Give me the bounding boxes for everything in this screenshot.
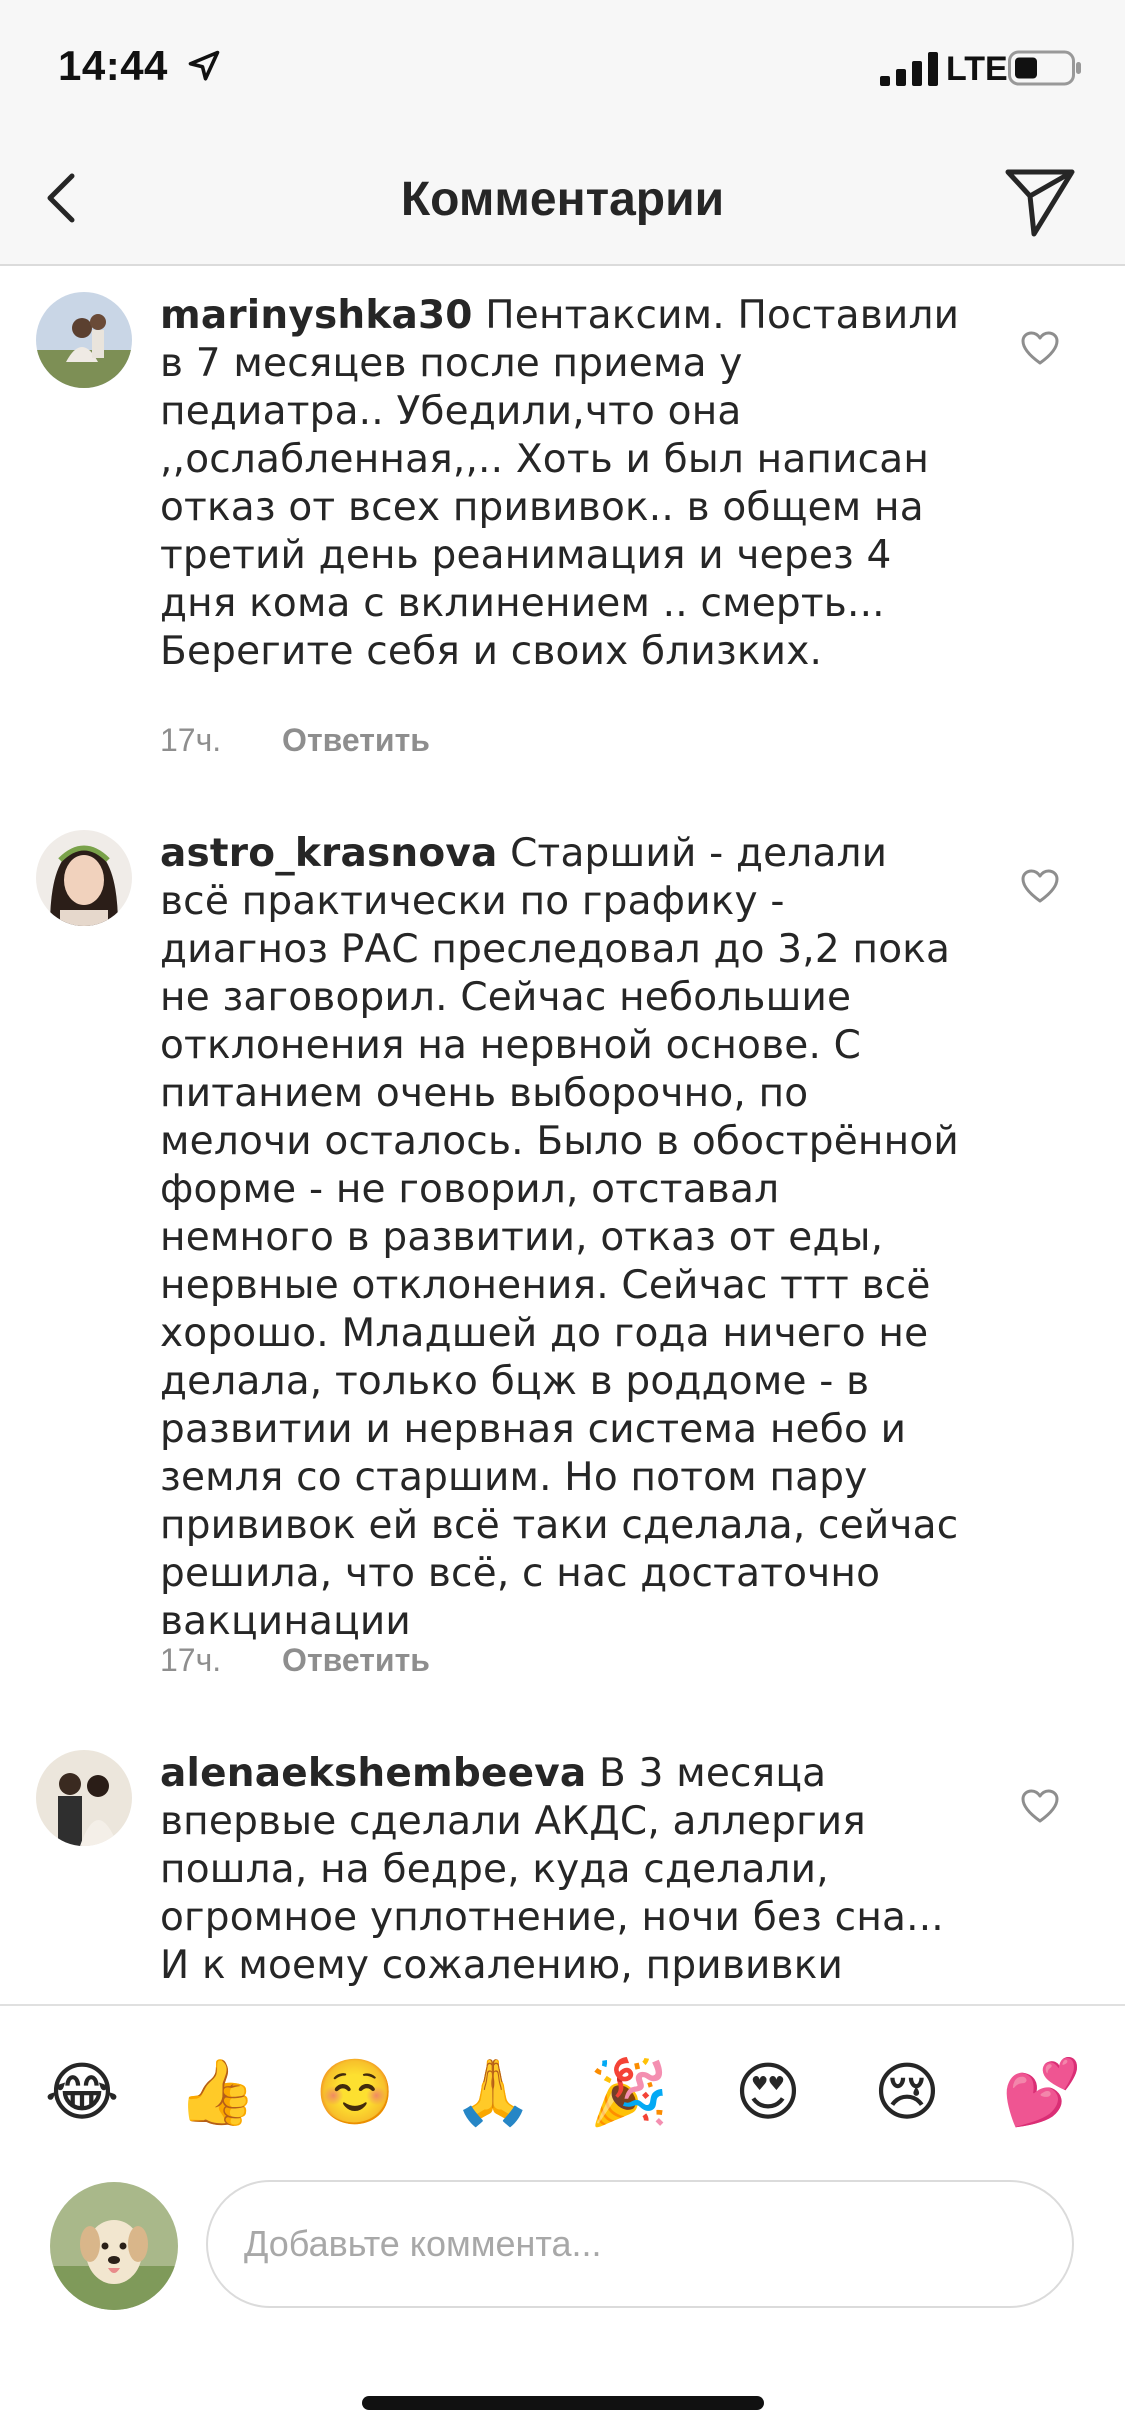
app-header: Комментарии (0, 132, 1125, 266)
paper-plane-icon[interactable] (1000, 158, 1080, 238)
comment-meta: 17ч. Ответить (160, 722, 430, 759)
home-indicator (362, 2396, 764, 2410)
heart-icon[interactable] (1020, 868, 1060, 904)
emoji-smiling[interactable]: ☺️ (315, 2052, 395, 2132)
avatar[interactable] (36, 1750, 132, 1846)
location-arrow-icon (188, 50, 220, 81)
emoji-crying[interactable]: 😢 (867, 2052, 947, 2132)
comment-text: marinyshka30 Пентаксим. Поставили в 7 ме… (160, 292, 960, 676)
comment-list[interactable]: marinyshka30 Пентаксим. Поставили в 7 ме… (0, 266, 1125, 2004)
comment-body: Старший - делали всё практически по граф… (160, 831, 959, 1644)
status-time: 14:44 (58, 42, 168, 89)
emoji-thumbs-up[interactable]: 👍 (177, 2052, 257, 2132)
comment-input[interactable] (206, 2180, 1074, 2308)
avatar[interactable] (36, 292, 132, 388)
status-bar: 14:44 LTE (0, 0, 1125, 132)
emoji-tears-of-joy[interactable]: 😂 (42, 2052, 122, 2132)
comment-composer (0, 2174, 1125, 2436)
comment-time: 17ч. (160, 1642, 222, 1678)
battery-icon (1008, 50, 1081, 86)
signal-bars-icon (880, 52, 938, 86)
emoji-heart-eyes[interactable]: 😍 (728, 2052, 808, 2132)
emoji-party-popper[interactable]: 🎉 (589, 2052, 669, 2132)
reply-button[interactable]: Ответить (282, 722, 430, 758)
heart-icon[interactable] (1020, 1788, 1060, 1824)
reply-button[interactable]: Ответить (282, 1642, 430, 1678)
comment-username[interactable]: alenaekshembeeva (160, 1751, 586, 1796)
comment-text: alenaekshembeeva В 3 месяца впервые сдел… (160, 1750, 960, 1990)
page-title: Комментарии (400, 173, 725, 226)
heart-icon[interactable] (1020, 330, 1060, 366)
emoji-two-hearts[interactable]: 💕 (1002, 2052, 1082, 2132)
emoji-bar: 😂 👍 ☺️ 🙏 🎉 😍 😢 💕 (0, 2004, 1125, 2176)
comment-username[interactable]: marinyshka30 (160, 293, 473, 338)
network-type: LTE (946, 50, 1008, 88)
current-user-avatar (50, 2182, 178, 2310)
avatar[interactable] (36, 830, 132, 926)
comment-body: Пентаксим. Поставили в 7 месяцев после п… (160, 293, 960, 674)
emoji-folded-hands[interactable]: 🙏 (453, 2052, 533, 2132)
comment-meta: 17ч. Ответить (160, 1642, 430, 1679)
comment-text: astro_krasnova Старший - делали всё прак… (160, 830, 960, 1646)
comment-username[interactable]: astro_krasnova (160, 831, 498, 876)
comment-time: 17ч. (160, 722, 222, 758)
